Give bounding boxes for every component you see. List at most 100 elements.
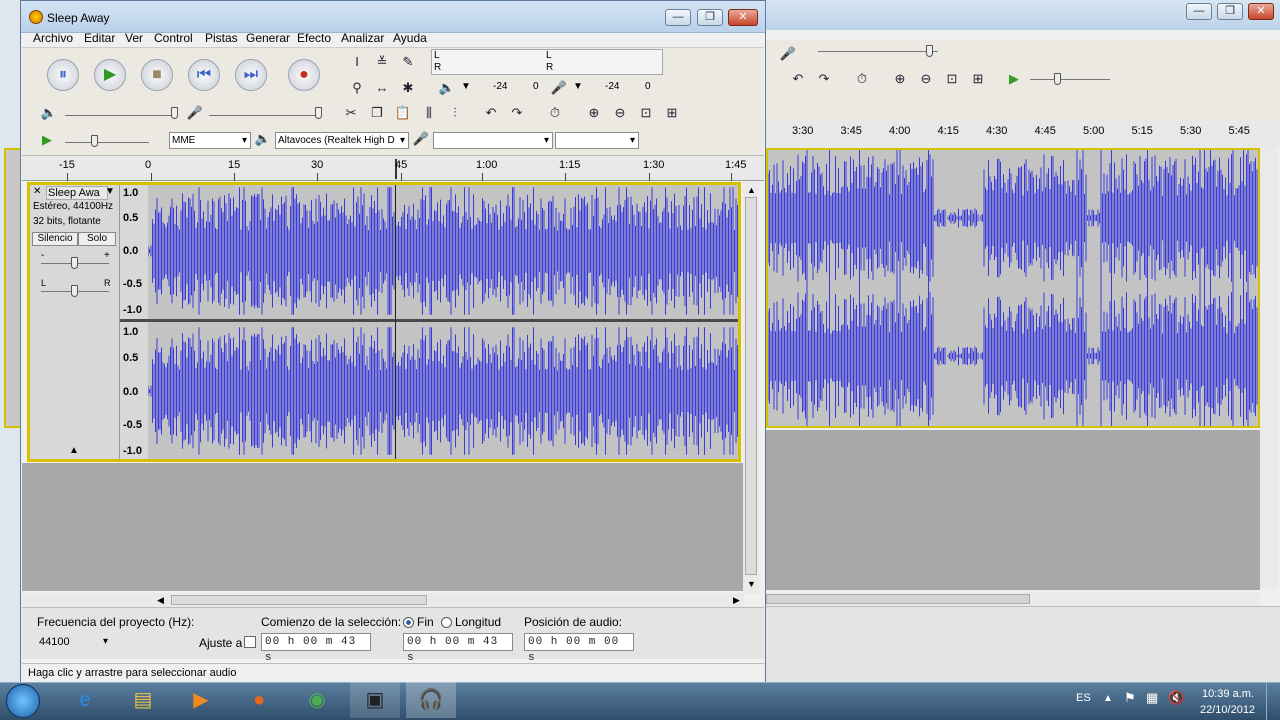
- fit-project-icon[interactable]: ⊞: [662, 103, 682, 123]
- menu-efecto[interactable]: Efecto: [297, 31, 331, 45]
- cut-icon[interactable]: ✂: [341, 103, 361, 123]
- bg-fit-project-icon[interactable]: ⊞: [968, 69, 988, 89]
- track-menu-arrow[interactable]: ▼: [105, 186, 115, 197]
- taskbar-explorer-icon[interactable]: ▤: [118, 682, 168, 718]
- record-button[interactable]: ●: [288, 59, 320, 91]
- selection-end-field[interactable]: 00 h 00 m 43 s: [403, 633, 513, 664]
- play-at-speed-icon[interactable]: ▶: [37, 130, 57, 150]
- zoom-tool-icon[interactable]: ⚲: [347, 78, 367, 98]
- menu-control[interactable]: Control: [154, 31, 193, 45]
- end-radio[interactable]: [403, 617, 414, 628]
- menu-analizar[interactable]: Analizar: [341, 31, 384, 45]
- input-channels-select[interactable]: [555, 132, 639, 149]
- host-select[interactable]: MME: [169, 132, 251, 149]
- language-indicator[interactable]: ES: [1076, 692, 1091, 704]
- action-center-icon[interactable]: ⚑: [1124, 690, 1136, 706]
- input-volume-knob[interactable]: [315, 107, 322, 119]
- bg-input-knob[interactable]: [926, 45, 933, 57]
- taskbar-chrome-icon[interactable]: ◉: [292, 682, 342, 718]
- input-device-select[interactable]: [433, 132, 553, 149]
- bg-maximize-button[interactable]: ❐: [1217, 3, 1243, 20]
- taskbar-ie-icon[interactable]: e: [60, 682, 110, 718]
- play-speed-knob[interactable]: [91, 135, 98, 147]
- project-rate-select[interactable]: 44100: [37, 633, 111, 653]
- fit-selection-icon[interactable]: ⊡: [636, 103, 656, 123]
- scroll-left-arrow[interactable]: ◀: [157, 595, 164, 606]
- horizontal-scroll-thumb[interactable]: [171, 595, 427, 605]
- solo-button[interactable]: Solo: [78, 232, 116, 246]
- minimize-button[interactable]: —: [665, 9, 691, 26]
- menu-editar[interactable]: Editar: [84, 31, 115, 45]
- bg-play-icon[interactable]: ▶: [1004, 69, 1024, 89]
- timeshift-tool-icon[interactable]: ↔: [372, 78, 392, 98]
- menu-ayuda[interactable]: Ayuda: [393, 31, 427, 45]
- track-close-icon[interactable]: ✕: [33, 186, 41, 197]
- waveform[interactable]: [148, 185, 738, 459]
- silence-icon[interactable]: ⫶: [445, 103, 465, 123]
- zoom-out-icon[interactable]: ⊖: [610, 103, 630, 123]
- zoom-in-icon[interactable]: ⊕: [584, 103, 604, 123]
- meter-dropdown-arrow-2[interactable]: ▼: [573, 81, 583, 92]
- menu-generar[interactable]: Generar: [246, 31, 290, 45]
- bg-input-slider[interactable]: [818, 51, 938, 52]
- pause-button[interactable]: ⏸: [47, 59, 79, 91]
- undo-icon[interactable]: ↶: [481, 103, 501, 123]
- envelope-tool-icon[interactable]: ≚: [372, 52, 392, 72]
- mute-button[interactable]: Silencio: [32, 232, 78, 246]
- draw-tool-icon[interactable]: ✎: [398, 52, 418, 72]
- output-volume-knob[interactable]: [171, 107, 178, 119]
- bg-hscroll-thumb[interactable]: [766, 594, 1030, 604]
- bg-speed-slider[interactable]: [1030, 79, 1110, 80]
- output-volume-slider[interactable]: [65, 115, 177, 116]
- track-name-menu[interactable]: Sleep Awa: [46, 186, 108, 200]
- snap-to-checkbox[interactable]: [244, 636, 256, 648]
- stop-button[interactable]: ■: [141, 59, 173, 91]
- selection-tool-icon[interactable]: I: [347, 52, 367, 72]
- start-button[interactable]: [6, 684, 40, 718]
- bg-zoom-out-icon[interactable]: ⊖: [916, 69, 936, 89]
- clock-time[interactable]: 10:39 a.m.: [1202, 688, 1254, 700]
- redo-icon[interactable]: ↷: [507, 103, 527, 123]
- close-button[interactable]: ✕: [728, 9, 758, 26]
- menu-pistas[interactable]: Pistas: [205, 31, 238, 45]
- taskbar-media-player-icon[interactable]: ▶: [176, 682, 226, 718]
- bg-scrollbar[interactable]: [1260, 148, 1278, 588]
- multi-tool-icon[interactable]: ✱: [398, 78, 418, 98]
- taskbar-camera-icon[interactable]: ▣: [350, 682, 400, 718]
- audio-position-field[interactable]: 00 h 00 m 00 s: [524, 633, 634, 664]
- maximize-button[interactable]: ❐: [697, 9, 723, 26]
- collapse-track-icon[interactable]: ▲: [69, 445, 79, 456]
- copy-icon[interactable]: ❐: [367, 103, 387, 123]
- paste-icon[interactable]: 📋: [393, 103, 413, 123]
- meter-dropdown-arrow[interactable]: ▼: [461, 81, 471, 92]
- scroll-right-arrow[interactable]: ▶: [733, 595, 740, 606]
- show-hidden-icons[interactable]: ▲: [1103, 693, 1113, 704]
- vertical-scroll-thumb[interactable]: [745, 197, 757, 575]
- bg-mic-icon[interactable]: 🎤: [778, 44, 798, 64]
- speaker-icon[interactable]: 🔈: [437, 78, 457, 98]
- scroll-down-arrow[interactable]: ▼: [747, 579, 756, 589]
- bg-zoom-in-icon[interactable]: ⊕: [890, 69, 910, 89]
- length-radio[interactable]: [441, 617, 452, 628]
- menu-ver[interactable]: Ver: [125, 31, 143, 45]
- play-speed-slider[interactable]: [65, 142, 149, 143]
- pan-knob[interactable]: [71, 285, 78, 297]
- bg-redo-icon[interactable]: ↷: [814, 69, 834, 89]
- menu-archivo[interactable]: Archivo: [33, 31, 73, 45]
- show-desktop-button[interactable]: [1266, 683, 1280, 720]
- play-button[interactable]: ▶: [94, 59, 126, 91]
- taskbar-firefox-icon[interactable]: ●: [234, 682, 284, 718]
- scroll-up-arrow[interactable]: ▲: [747, 185, 756, 195]
- skip-end-button[interactable]: ⏭: [235, 59, 267, 91]
- skip-start-button[interactable]: ⏮: [188, 59, 220, 91]
- network-icon[interactable]: ▦: [1146, 690, 1158, 706]
- bg-timer-icon[interactable]: ⏱: [852, 69, 872, 89]
- bg-fit-selection-icon[interactable]: ⊡: [942, 69, 962, 89]
- gain-knob[interactable]: [71, 257, 78, 269]
- mic-icon[interactable]: 🎤: [549, 78, 569, 98]
- output-device-select[interactable]: Altavoces (Realtek High D: [275, 132, 409, 149]
- bg-close-button[interactable]: ✕: [1248, 3, 1274, 20]
- trim-icon[interactable]: ⫼: [419, 103, 439, 123]
- input-volume-slider[interactable]: [209, 115, 321, 116]
- clock-date[interactable]: 22/10/2012: [1200, 704, 1255, 716]
